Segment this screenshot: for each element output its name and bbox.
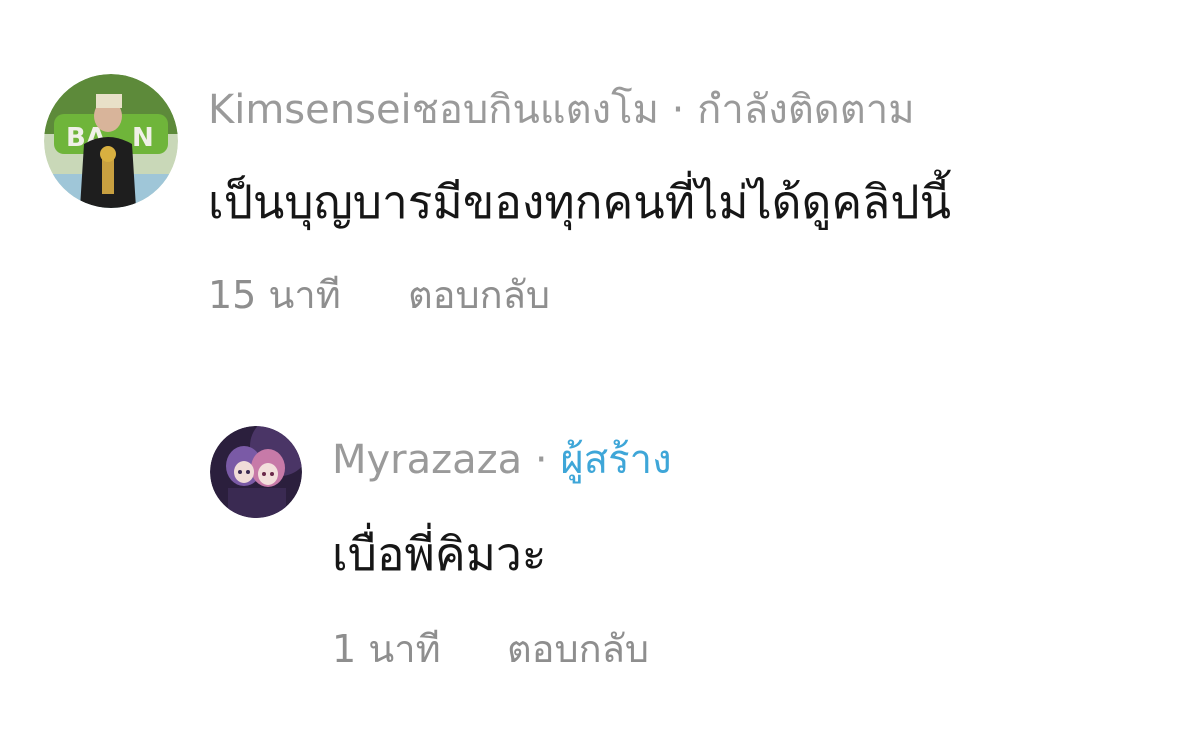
timestamp: 15 นาที	[208, 273, 341, 317]
creator-badge: ผู้สร้าง	[560, 437, 672, 483]
username[interactable]: Kimsenseiชอบกินแตงโม	[208, 87, 659, 133]
avatar[interactable]: BA N	[44, 74, 178, 208]
comment-header: Kimsenseiชอบกินแตงโม · กำลังติดตาม	[208, 82, 915, 138]
comment-text: เป็นบุญบารมีของทุกคนที่ไม่ได้ดูคลิปนี้	[208, 175, 952, 229]
following-status: กำลังติดตาม	[697, 87, 915, 133]
comment-actions: 15 นาที ตอบกลับ	[208, 268, 550, 322]
timestamp: 1 นาที	[332, 627, 441, 671]
svg-text:N: N	[132, 123, 154, 153]
avatar[interactable]	[210, 426, 302, 518]
reply-button[interactable]: ตอบกลับ	[408, 273, 550, 317]
username[interactable]: Myrazaza	[332, 437, 522, 483]
separator-dot: ·	[522, 437, 561, 483]
separator-dot: ·	[658, 87, 698, 133]
reply-text: เบื่อพี่คิมวะ	[332, 527, 547, 581]
reply-actions: 1 นาที ตอบกลับ	[332, 622, 649, 676]
reply-button[interactable]: ตอบกลับ	[507, 627, 649, 671]
comment-thread: BA N Kimsenseiชอบกินแตงโม · กำลังติดตาม …	[0, 0, 1200, 742]
reply-header: Myrazaza · ผู้สร้าง	[332, 432, 672, 488]
